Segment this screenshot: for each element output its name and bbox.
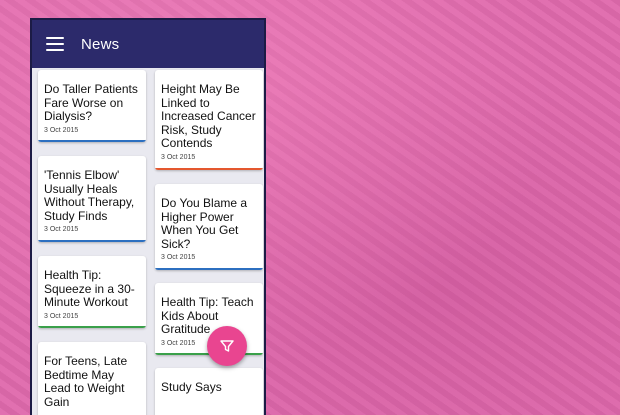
app-bar: News: [32, 20, 264, 68]
card-title: Health Tip: Teach Kids About Gratitude: [161, 295, 254, 336]
card-accent-bar: [38, 326, 146, 328]
news-card[interactable]: Do You Blame a Higher Power When You Get…: [155, 184, 263, 270]
card-date: 3 Oct 2015: [161, 153, 196, 161]
card-title: Do You Blame a Higher Power When You Get…: [161, 196, 248, 251]
card-date: 3 Oct 2015: [44, 226, 79, 233]
card-title: Health Tip: Squeeze in a 30-Minute Worko…: [44, 268, 135, 309]
news-card[interactable]: For Teens, Late Bedtime May Lead to Weig…: [38, 342, 146, 415]
card-accent-bar: [155, 168, 263, 170]
app-title: News: [81, 35, 120, 53]
filter-fab-button[interactable]: [207, 326, 247, 366]
card-accent-bar: [38, 240, 146, 242]
card-accent-bar: [155, 268, 263, 270]
filter-icon: [220, 340, 234, 352]
card-title: Height May Be Linked to Increased Cancer…: [161, 82, 256, 150]
news-card[interactable]: Height May Be Linked to Increased Cancer…: [155, 70, 263, 170]
news-card[interactable]: Study Says: [155, 368, 263, 415]
card-title: Do Taller Patients Fare Worse on Dialysi…: [44, 82, 138, 123]
card-date: 3 Oct 2015: [44, 312, 79, 320]
card-title: 'Tennis Elbow' Usually Heals Without The…: [44, 168, 135, 223]
card-title: Study Says: [161, 380, 222, 394]
news-card[interactable]: Health Tip: Squeeze in a 30-Minute Worko…: [38, 256, 146, 328]
card-date: 3 Oct 2015: [44, 126, 79, 134]
phone-screen: News Do Taller Patients Fare Worse on Di…: [30, 18, 266, 415]
news-card[interactable]: Do Taller Patients Fare Worse on Dialysi…: [38, 70, 146, 142]
card-title: For Teens, Late Bedtime May Lead to Weig…: [44, 354, 128, 409]
card-accent-bar: [38, 140, 146, 142]
news-card[interactable]: 'Tennis Elbow' Usually Heals Without The…: [38, 156, 146, 242]
menu-icon[interactable]: [46, 37, 64, 51]
card-date: 3 Oct 2015: [161, 254, 196, 261]
